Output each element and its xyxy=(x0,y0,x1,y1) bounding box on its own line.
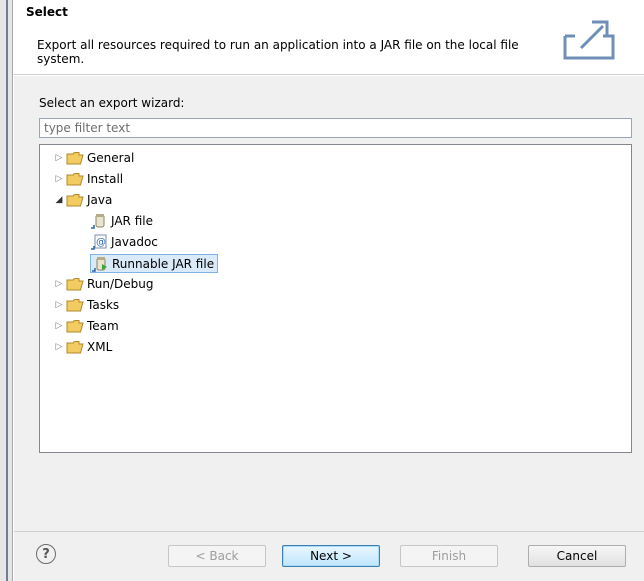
folder-icon xyxy=(66,299,84,312)
tree-item-run-debug[interactable]: ▷ Run/Debug xyxy=(52,275,154,293)
tree-item-label: XML xyxy=(87,340,113,354)
tree-item-label: Runnable JAR file xyxy=(112,256,215,271)
expand-arrow-icon[interactable]: ▷ xyxy=(52,342,66,352)
tree-item-java[interactable]: ◢ Java xyxy=(52,191,113,209)
tree-item-label: Install xyxy=(87,172,124,186)
tree-item-team[interactable]: ▷ Team xyxy=(52,317,119,335)
wizard-header: Select Export all resources required to … xyxy=(14,0,644,75)
back-button[interactable]: < Back xyxy=(168,545,266,567)
expand-arrow-icon[interactable]: ▷ xyxy=(52,174,66,184)
jar-file-icon xyxy=(91,214,105,229)
cancel-button[interactable]: Cancel xyxy=(528,545,626,567)
wizard-button-bar: ? < Back Next > Finish Cancel xyxy=(14,531,644,581)
wizard-content: Select an export wizard: ▷ General ▷ Ins… xyxy=(14,76,644,531)
tree-item-label: Java xyxy=(87,193,113,207)
expand-arrow-icon[interactable]: ▷ xyxy=(52,153,66,163)
tree-item-label: General xyxy=(87,151,135,165)
tree-item-label: Javadoc xyxy=(111,235,158,249)
collapse-arrow-icon[interactable]: ◢ xyxy=(52,195,66,205)
tree-item-label: Run/Debug xyxy=(87,277,154,291)
tree-item-jar-file[interactable]: JAR file xyxy=(90,212,153,230)
tree-item-tasks[interactable]: ▷ Tasks xyxy=(52,296,120,314)
tree-item-label: JAR file xyxy=(111,214,153,228)
svg-text:@: @ xyxy=(96,237,106,248)
page-description: Export all resources required to run an … xyxy=(37,38,519,66)
next-button[interactable]: Next > xyxy=(282,545,380,567)
export-wizard-tree[interactable]: ▷ General ▷ Install ◢ Java JAR file @ Ja… xyxy=(39,144,632,453)
folder-icon xyxy=(66,320,84,333)
javadoc-icon: @ xyxy=(91,234,107,250)
folder-icon xyxy=(66,278,84,291)
tree-item-label: Team xyxy=(87,319,119,333)
tree-item-install[interactable]: ▷ Install xyxy=(52,170,124,188)
help-icon[interactable]: ? xyxy=(36,544,56,564)
export-wizard-label: Select an export wizard: xyxy=(39,96,185,110)
page-title: Select xyxy=(26,5,68,19)
expand-arrow-icon[interactable]: ▷ xyxy=(52,300,66,310)
folder-icon xyxy=(66,152,84,165)
tree-item-javadoc[interactable]: @ Javadoc xyxy=(90,233,158,251)
window-left-edge xyxy=(0,0,13,581)
tree-item-xml[interactable]: ▷ XML xyxy=(52,338,113,356)
expand-arrow-icon[interactable]: ▷ xyxy=(52,321,66,331)
finish-button[interactable]: Finish xyxy=(400,545,498,567)
runnable-jar-icon xyxy=(92,256,107,272)
expand-arrow-icon[interactable]: ▷ xyxy=(52,279,66,289)
tree-item-general[interactable]: ▷ General xyxy=(52,149,135,167)
folder-icon xyxy=(66,173,84,186)
tree-item-label: Tasks xyxy=(87,298,120,312)
folder-icon xyxy=(66,341,84,354)
tree-item-runnable-jar-file[interactable]: Runnable JAR file xyxy=(90,254,219,273)
filter-input[interactable] xyxy=(39,118,632,138)
export-wizard-icon xyxy=(563,20,615,60)
folder-icon xyxy=(66,194,84,207)
